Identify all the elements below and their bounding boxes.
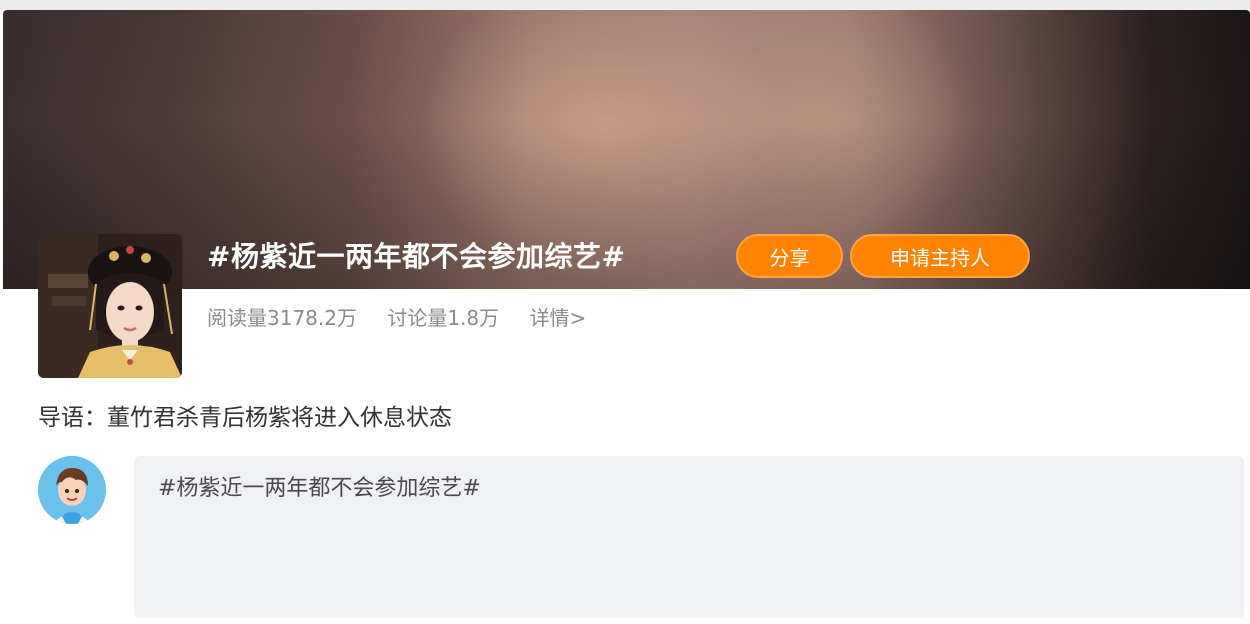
share-button[interactable]: 分享 xyxy=(736,234,843,278)
read-count: 阅读量3178.2万 xyxy=(207,306,357,330)
cover-portrait-illustration xyxy=(38,234,182,378)
topic-stats: 阅读量3178.2万 讨论量1.8万 详情> xyxy=(207,302,586,331)
topic-page: #杨紫近一两年都不会参加综艺# 分享 申请主持人 阅读量3178.2万 讨论量1… xyxy=(0,0,1250,624)
topic-cover-image xyxy=(38,234,182,378)
avatar-illustration xyxy=(38,456,106,524)
topic-title: #杨紫近一两年都不会参加综艺# xyxy=(207,240,626,273)
topic-intro: 导语：董竹君杀青后杨紫将进入休息状态 xyxy=(38,405,452,431)
user-avatar[interactable] xyxy=(38,456,106,524)
details-link[interactable]: 详情> xyxy=(530,306,587,330)
post-composer-input[interactable]: #杨紫近一两年都不会参加综艺# xyxy=(134,456,1244,618)
apply-host-button[interactable]: 申请主持人 xyxy=(850,234,1030,278)
discussion-count: 讨论量1.8万 xyxy=(387,306,500,330)
top-strip xyxy=(0,0,1250,10)
banner-shade xyxy=(3,10,1250,289)
